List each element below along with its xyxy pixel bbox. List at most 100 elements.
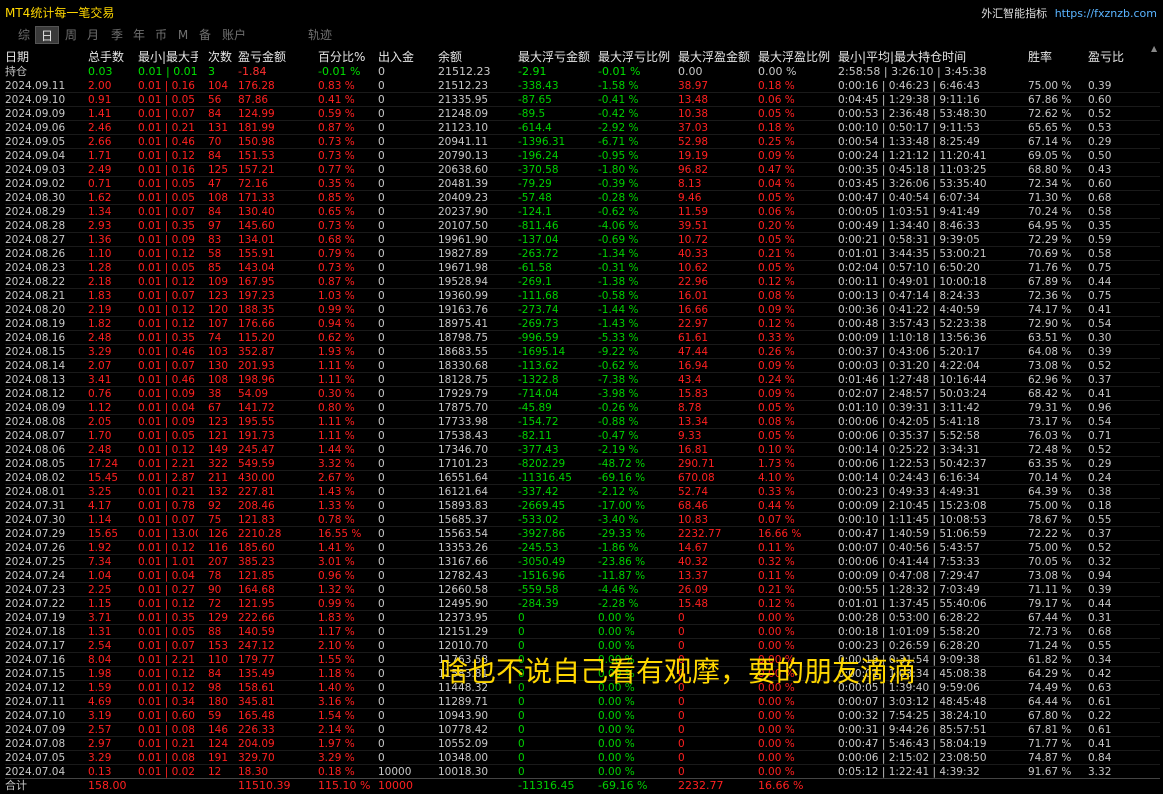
date-cell: 2024.07.23 (5, 584, 66, 596)
table-row: 2024.08.07 1.70 0.01 | 0.05 121 191.73 1.11 %… (5, 429, 1160, 443)
tab-5[interactable]: 年 (128, 26, 150, 44)
balance-cell: 10348.00 (438, 752, 489, 764)
date-cell: 2024.08.19 (5, 318, 66, 330)
deposit-cell: 0 (378, 65, 385, 78)
max-float-profit-cell: 15.48 (678, 598, 709, 610)
min-max-lots-cell: 0.01 | 0.16 (138, 80, 195, 92)
max-float-loss-ratio-cell: -2.12 % (598, 486, 639, 498)
trade-count-cell: 88 (208, 626, 222, 638)
date-cell: 2024.09.10 (5, 94, 66, 106)
max-float-loss-ratio-cell: 0.00 % (598, 612, 635, 624)
total-lots-cell: 2.46 (88, 122, 112, 134)
profit-ratio-cell: 0.61 (1088, 696, 1112, 708)
percent-cell: 0.35 % (318, 178, 355, 190)
max-float-profit-ratio-cell: 0.04 % (758, 178, 795, 190)
total-lots-cell: 1.59 (88, 682, 112, 694)
percent-cell: 2.10 % (318, 640, 355, 652)
tab-3[interactable]: 月 (82, 26, 104, 44)
tab-4[interactable]: 季 (106, 26, 128, 44)
deposit-cell: 0 (378, 598, 385, 610)
max-float-loss-cell: 0 (518, 724, 525, 736)
percent-cell: 0.68 % (318, 234, 355, 246)
deposit-cell: 0 (378, 542, 385, 554)
tab-9[interactable]: 账户 (219, 26, 249, 44)
table-row: 2024.07.31 4.17 0.01 | 0.78 92 208.46 1.33 % 0… (5, 499, 1160, 513)
max-float-loss-ratio-cell: 0.00 % (598, 696, 635, 708)
holding-time-cell: 0:00:16 | 0:46:23 | 6:46:43 (838, 80, 980, 92)
table-row: 2024.07.23 2.25 0.01 | 0.27 90 164.68 1.32 % 0… (5, 583, 1160, 597)
holding-time-cell: 0:00:54 | 1:33:48 | 8:25:49 (838, 136, 980, 148)
max-float-profit-cell: 0.00 (678, 65, 703, 78)
min-max-lots-cell: 0.01 | 0.08 (138, 724, 195, 736)
trade-count-cell: 74 (208, 332, 222, 344)
tab-6[interactable]: 币 (150, 26, 172, 44)
holding-time-cell: 0:02:04 | 0:57:10 | 6:50:20 (838, 262, 980, 274)
deposit-cell: 0 (378, 94, 385, 106)
max-float-loss-cell: -1516.96 (518, 570, 566, 582)
win-rate-cell: 73.08 % (1028, 360, 1072, 372)
deposit-cell: 0 (378, 360, 385, 372)
brand-url-link[interactable]: https://fxznzb.com (1055, 7, 1157, 20)
holding-time-cell: 0:02:07 | 2:48:57 | 50:03:24 (838, 388, 987, 400)
max-float-profit-ratio-cell: 0.32 % (758, 556, 795, 568)
tab-7[interactable]: M (172, 26, 194, 44)
total-lots-cell: 3.41 (88, 374, 112, 386)
max-float-loss-cell: -273.74 (518, 304, 559, 316)
total-lots-cell: 1.36 (88, 234, 112, 246)
table-row: 2024.08.20 2.19 0.01 | 0.12 120 188.35 0.99 %… (5, 303, 1160, 317)
tab-8[interactable]: 备 (194, 26, 216, 44)
holding-time-cell: 0:00:06 | 0:42:05 | 5:41:18 (838, 416, 980, 428)
total-lots-cell: 2.25 (88, 584, 112, 596)
min-max-lots-cell: 0.01 | 0.07 (138, 290, 195, 302)
max-float-loss-ratio-cell: -0.62 % (598, 360, 639, 372)
win-rate-cell: 72.34 % (1028, 178, 1072, 190)
max-float-profit-ratio-cell: 0.44 % (758, 500, 795, 512)
max-float-profit-cell: 0 (678, 752, 685, 764)
table-row: 2024.08.15 3.29 0.01 | 0.46 103 352.87 1.93 %… (5, 345, 1160, 359)
max-float-loss-cell: -2669.45 (518, 500, 566, 512)
date-cell: 2024.07.26 (5, 542, 66, 554)
date-cell: 2024.09.04 (5, 150, 66, 162)
percent-cell: 3.29 % (318, 752, 355, 764)
total-lots-total-cell: 158.00 (88, 779, 127, 792)
total-lots-cell: 1.28 (88, 262, 112, 274)
max-float-profit-ratio-cell: 0.09 % (758, 360, 795, 372)
holding-time-cell: 0:00:21 | 0:58:31 | 9:39:05 (838, 234, 980, 246)
table-row: 2024.08.14 2.07 0.01 | 0.07 130 201.93 1.11 %… (5, 359, 1160, 373)
date-cell: 2024.08.30 (5, 192, 66, 204)
table-row: 2024.08.26 1.10 0.01 | 0.12 58 155.91 0.79 % 0… (5, 247, 1160, 261)
pnl-cell: 201.93 (238, 360, 275, 372)
deposit-cell: 0 (378, 304, 385, 316)
max-float-profit-cell: 290.71 (678, 458, 715, 470)
pnl-cell: 385.23 (238, 556, 275, 568)
deposit-cell: 0 (378, 150, 385, 162)
pnl-cell: 165.48 (238, 710, 275, 722)
win-rate-cell: 78.67 % (1028, 514, 1072, 526)
win-rate-cell: 73.08 % (1028, 570, 1072, 582)
table-row: 2024.08.01 3.25 0.01 | 0.21 132 227.81 1.43 %… (5, 485, 1160, 499)
max-float-profit-ratio-cell: 0.24 % (758, 374, 795, 386)
max-float-profit-cell: 0 (678, 710, 685, 722)
date-cell: 2024.08.21 (5, 290, 66, 302)
max-float-loss-cell: -338.43 (518, 80, 559, 92)
min-max-lots-cell: 0.01 | 0.16 (138, 164, 195, 176)
max-float-profit-cell: 0 (678, 738, 685, 750)
max-float-profit-cell: 10.83 (678, 514, 709, 526)
holding-time-cell: 0:00:48 | 3:57:43 | 52:23:38 (838, 318, 987, 330)
max-float-loss-cell: -137.04 (518, 234, 559, 246)
tab-10[interactable]: 轨迹 (305, 26, 335, 44)
holding-time-cell: 0:00:55 | 1:28:32 | 7:03:49 (838, 584, 980, 596)
max-float-profit-ratio-cell: 0.00 % (758, 738, 795, 750)
deposit-cell: 0 (378, 514, 385, 526)
max-float-loss-cell: -111.68 (518, 290, 559, 302)
deposit-cell: 0 (378, 528, 385, 540)
table-row: 2024.09.03 2.49 0.01 | 0.16 125 157.21 0.77 %… (5, 163, 1160, 177)
tab-2[interactable]: 周 (60, 26, 82, 44)
max-float-profit-cell: 0 (678, 724, 685, 736)
max-float-profit-ratio-cell: 0.00 % (758, 710, 795, 722)
percent-cell: 1.93 % (318, 346, 355, 358)
tab-0[interactable]: 综 (13, 26, 35, 44)
total-lots-cell: 1.15 (88, 598, 112, 610)
min-max-lots-cell: 0.01 | 0.07 (138, 360, 195, 372)
tab-1[interactable]: 日 (35, 26, 59, 44)
